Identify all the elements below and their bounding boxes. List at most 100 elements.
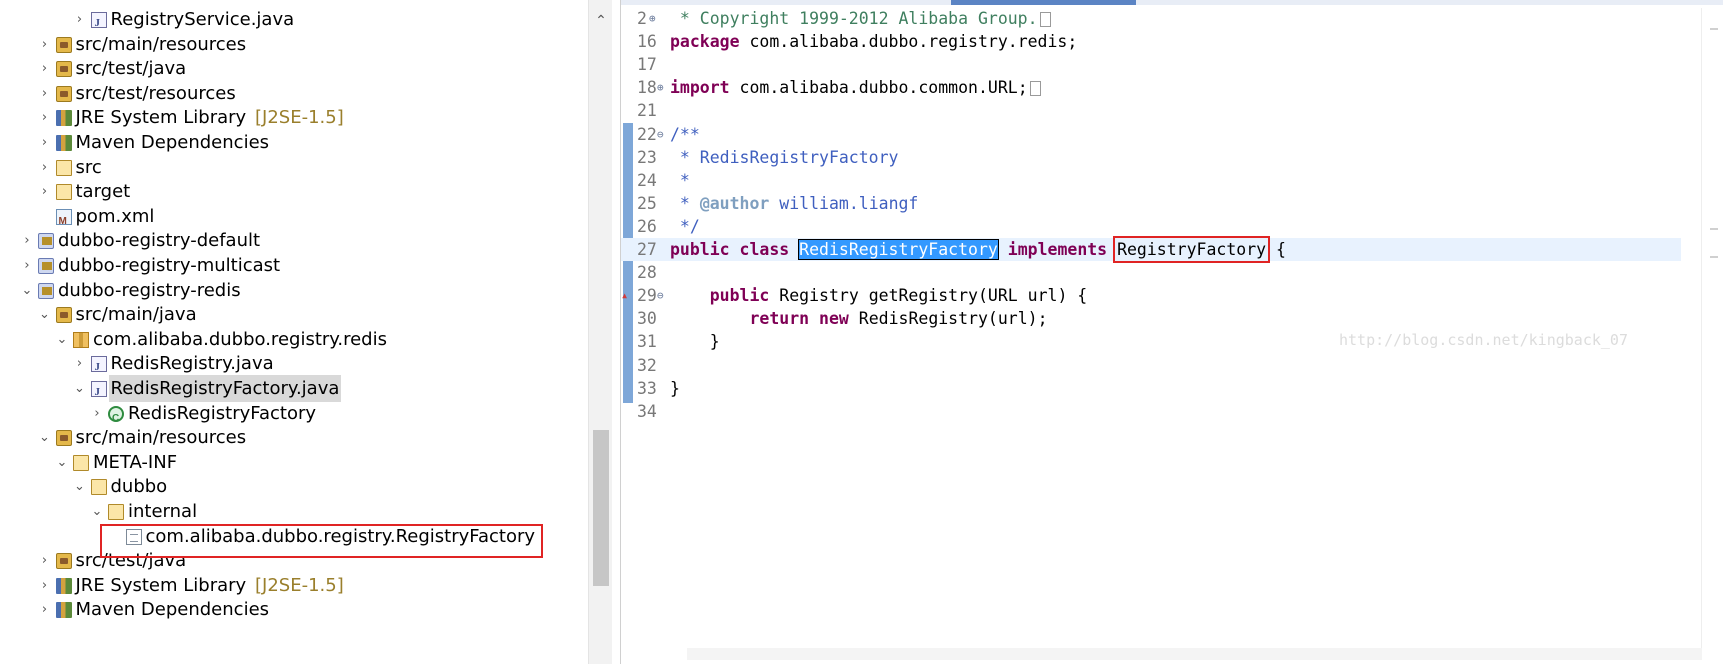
tree-item[interactable]: › Maven Dependencies — [0, 596, 590, 623]
expand-chevron-icon[interactable]: › — [38, 104, 52, 131]
comment-token: * — [670, 193, 700, 213]
code-line[interactable]: 33} — [621, 377, 1681, 400]
source-folder-icon — [55, 430, 72, 447]
code-line[interactable]: 18 ⊕ import com.alibaba.dubbo.common.URL; — [621, 76, 1681, 99]
code-line[interactable]: 23 * RedisRegistryFactory — [621, 146, 1681, 169]
editor-vertical-scrollbar[interactable] — [1701, 8, 1723, 656]
comment-token: william.liangf — [769, 193, 919, 213]
collapse-chevron-icon[interactable]: ⌄ — [38, 424, 52, 451]
scroll-up-arrow-icon[interactable]: ⌃ — [589, 8, 612, 32]
folded-region-marker[interactable] — [1029, 81, 1041, 97]
source-folder-icon — [55, 553, 72, 570]
tree-item[interactable]: ⌄ RedisRegistryFactory.java — [0, 375, 590, 406]
tree-item[interactable]: › JRE System Library [J2SE-1.5] — [0, 104, 590, 131]
code-line[interactable]: 21 — [621, 99, 1681, 122]
java-file-icon — [90, 10, 107, 37]
comment-token: /** — [670, 124, 700, 144]
code-editor[interactable]: 2 ⊕ * Copyright 1999-2012 Alibaba Group. 1… — [620, 0, 1723, 664]
annotation-highlight-box — [100, 523, 543, 558]
code-line[interactable]: 34 — [621, 400, 1681, 423]
tree-item-label: RedisRegistryFactory.java — [108, 375, 342, 402]
code-line[interactable]: 27 public class RedisRegistryFactory impl… — [621, 236, 1681, 263]
code-line[interactable]: 24 * — [621, 169, 1681, 192]
collapse-chevron-icon[interactable]: ⌄ — [90, 498, 104, 525]
code-line[interactable]: 22 ⊖/** — [621, 123, 1681, 146]
tree-item[interactable]: › JRE System Library [J2SE-1.5] — [0, 572, 590, 599]
tree-item[interactable]: › dubbo-registry-default — [0, 227, 590, 254]
explorer-vertical-scrollbar[interactable]: ⌃ — [588, 0, 612, 664]
expand-chevron-icon[interactable]: › — [90, 400, 104, 427]
java-file-icon — [90, 354, 107, 381]
expand-chevron-icon[interactable]: › — [38, 31, 52, 58]
tree-item[interactable]: › src/test/java — [0, 55, 590, 82]
tree-item[interactable]: › src/test/resources — [0, 80, 590, 107]
expand-chevron-icon[interactable]: › — [73, 6, 87, 33]
code-text: * Copyright 1999-2012 Alibaba Group. — [670, 7, 1051, 30]
tree-item[interactable]: ⌄ src/main/resources — [0, 424, 590, 451]
collapse-chevron-icon[interactable]: ⌄ — [38, 301, 52, 328]
collapse-chevron-icon[interactable]: ⌄ — [55, 326, 69, 353]
tree-item[interactable]: › Maven Dependencies — [0, 129, 590, 156]
tree-item-label: src/main/java — [75, 304, 197, 326]
folder-icon — [108, 504, 124, 520]
tree-item[interactable]: › dubbo-registry-multicast — [0, 252, 590, 279]
code-text: */ — [670, 215, 700, 238]
code-line[interactable]: 25 * @author william.liangf — [621, 192, 1681, 215]
expand-fold-icon[interactable]: ⊕ — [649, 7, 661, 30]
expand-chevron-icon[interactable]: › — [73, 350, 87, 377]
code-line[interactable]: 17 — [621, 53, 1681, 76]
tree-item[interactable]: › src/main/resources — [0, 31, 590, 58]
collapse-fold-icon[interactable]: ⊖ — [657, 123, 669, 146]
code-text: } — [670, 377, 680, 400]
line-number: 21 — [637, 101, 657, 121]
code-line[interactable]: 16 package com.alibaba.dubbo.registry.red… — [621, 30, 1681, 53]
tree-item-label: src/main/resources — [75, 33, 247, 55]
collapse-chevron-icon[interactable]: ⌄ — [55, 449, 69, 476]
expand-fold-icon[interactable]: ⊕ — [657, 76, 669, 99]
editor-horizontal-scrollbar[interactable] — [687, 648, 1702, 660]
expand-chevron-icon[interactable]: › — [38, 572, 52, 599]
expand-chevron-icon[interactable]: › — [38, 547, 52, 574]
expand-chevron-icon[interactable]: › — [38, 129, 52, 156]
override-marker-icon: ▴ — [621, 288, 629, 303]
expand-chevron-icon[interactable]: › — [38, 80, 52, 107]
code-line[interactable]: 29 ⊖ ▴ public Registry getRegistry(URL url… — [621, 284, 1681, 307]
tree-item[interactable]: ⌄ internal — [0, 498, 590, 525]
collapse-chevron-icon[interactable]: ⌄ — [20, 277, 34, 304]
code-line[interactable]: 32 — [621, 354, 1681, 377]
tree-item[interactable]: › src — [0, 154, 590, 181]
tree-item[interactable]: › target — [0, 178, 590, 205]
tree-item[interactable]: › RedisRegistryFactory — [0, 400, 590, 432]
tree-item[interactable]: ⌄ dubbo — [0, 473, 590, 500]
folded-region-marker[interactable] — [1039, 12, 1051, 27]
scrollbar-thumb[interactable] — [593, 430, 609, 586]
line-number: 28 — [637, 263, 657, 283]
expand-chevron-icon[interactable]: › — [38, 178, 52, 205]
code-line[interactable]: 30 return new RedisRegistry(url); — [621, 307, 1681, 330]
tree-item[interactable]: › RedisRegistry.java — [0, 350, 590, 381]
editor-tab-strip — [621, 0, 1723, 5]
comment-token: * Copyright 1999-2012 Alibaba Group. — [670, 9, 1038, 28]
tree-item-label: JRE System Library — [75, 107, 247, 129]
tree-item[interactable]: ⌄ META-INF — [0, 449, 590, 476]
tree-item-label: Maven Dependencies — [75, 599, 270, 621]
collapse-fold-icon[interactable]: ⊖ — [657, 284, 669, 307]
expand-chevron-icon[interactable]: › — [20, 227, 34, 254]
expand-chevron-icon[interactable]: › — [38, 596, 52, 623]
code-line[interactable]: 26 */ — [621, 215, 1681, 238]
tree-item[interactable]: ⌄ dubbo-registry-redis — [0, 277, 590, 304]
package-icon — [73, 331, 89, 348]
collapse-chevron-icon[interactable]: ⌄ — [73, 375, 87, 402]
tree-item[interactable]: › RegistryService.java — [0, 6, 590, 37]
expand-chevron-icon[interactable]: › — [38, 55, 52, 82]
code-line[interactable]: 28 — [621, 261, 1681, 284]
expand-chevron-icon[interactable]: › — [38, 154, 52, 181]
expand-chevron-icon[interactable]: › — [20, 252, 34, 279]
collapse-chevron-icon[interactable]: ⌄ — [73, 473, 87, 500]
tree-item[interactable]: pom.xml — [0, 203, 590, 235]
tree-item[interactable]: ⌄ src/main/java — [0, 301, 590, 328]
tree-item[interactable]: ⌄ com.alibaba.dubbo.registry.redis — [0, 326, 590, 353]
code-line[interactable]: 2 ⊕ * Copyright 1999-2012 Alibaba Group. — [621, 7, 1681, 30]
